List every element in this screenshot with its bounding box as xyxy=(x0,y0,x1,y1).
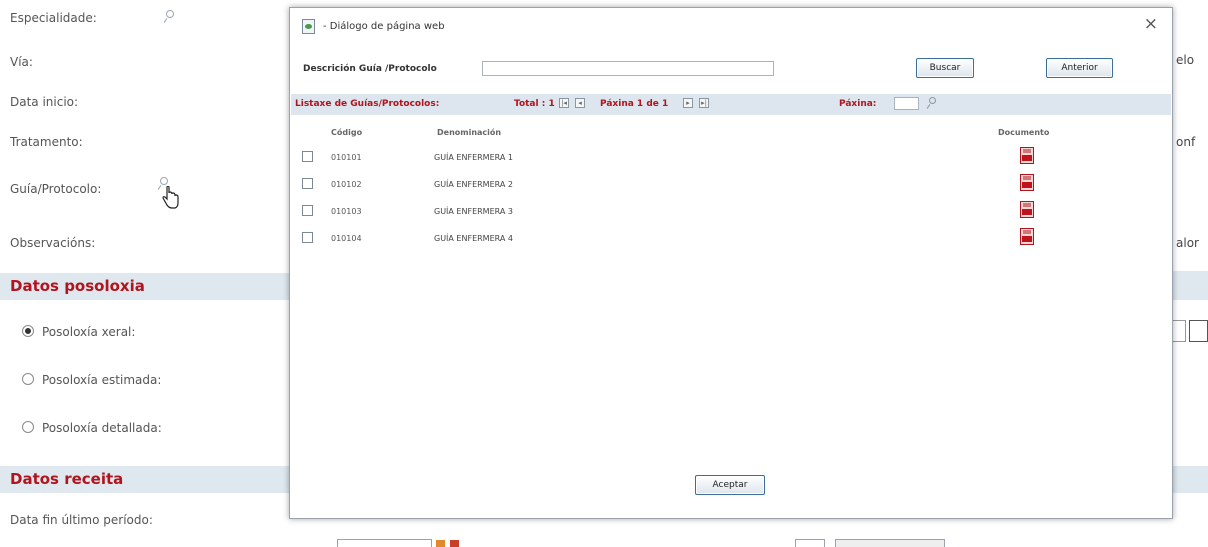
row-name: GUÍA ENFERMERA 1 xyxy=(434,153,513,162)
field-fragment[interactable] xyxy=(835,539,945,547)
page-label: Páxina: xyxy=(839,99,877,109)
section-title-receita: Datos receita xyxy=(10,470,124,488)
last-page-icon[interactable]: ▸| xyxy=(699,98,709,108)
buscar-button[interactable]: Buscar xyxy=(916,58,974,78)
radio-label: Posoloxía estimada: xyxy=(42,373,162,387)
prev-page-icon[interactable]: ◂ xyxy=(575,98,585,108)
search-label: Descrición Guía /Protocolo xyxy=(303,64,437,74)
aceptar-button[interactable]: Aceptar xyxy=(695,475,765,495)
label-via: Vía: xyxy=(10,55,33,69)
search-icon[interactable] xyxy=(927,97,937,110)
clear-icon[interactable] xyxy=(450,540,459,547)
column-header-codigo: Código xyxy=(331,128,363,137)
next-page-icon[interactable]: ▸ xyxy=(683,98,693,108)
label-guia-protocolo: Guía/Protocolo: xyxy=(10,182,102,196)
radio-label: Posoloxía xeral: xyxy=(42,325,136,339)
row-code: 010102 xyxy=(331,180,362,189)
row-code: 010101 xyxy=(331,153,362,162)
page-info: Páxina 1 de 1 xyxy=(600,99,669,109)
field-fragment[interactable] xyxy=(795,539,825,547)
label-observacions: Observacións: xyxy=(10,236,96,250)
page-number-input[interactable] xyxy=(894,97,919,110)
anterior-button[interactable]: Anterior xyxy=(1046,58,1113,78)
label-tratamento: Tratamento: xyxy=(10,135,83,149)
row-name: GUÍA ENFERMERA 3 xyxy=(434,207,513,216)
radio-label: Posoloxía detallada: xyxy=(42,421,162,435)
fragment-text: alor xyxy=(1176,236,1199,250)
label-data-fin: Data fin último período: xyxy=(10,513,153,527)
total-count: Total : 1 xyxy=(514,99,555,109)
row-checkbox[interactable] xyxy=(302,151,313,162)
table-row[interactable]: 010102 GUÍA ENFERMERA 2 xyxy=(290,172,1170,198)
list-title: Listaxe de Guías/Protocolos: xyxy=(295,99,440,109)
row-checkbox[interactable] xyxy=(302,232,313,243)
page-icon xyxy=(302,19,315,34)
fragment-text: onf xyxy=(1176,135,1196,149)
hand-cursor-icon xyxy=(162,186,179,209)
close-icon[interactable]: × xyxy=(1144,14,1158,34)
label-especialidade: Especialidade: xyxy=(10,11,97,25)
pdf-icon[interactable] xyxy=(1020,147,1034,164)
table-row[interactable]: 010103 GUÍA ENFERMERA 3 xyxy=(290,199,1170,225)
radio-posoloxia-xeral[interactable] xyxy=(22,325,34,337)
row-code: 010103 xyxy=(331,207,362,216)
row-code: 010104 xyxy=(331,234,362,243)
pdf-icon[interactable] xyxy=(1020,228,1034,245)
row-name: GUÍA ENFERMERA 4 xyxy=(434,234,513,243)
search-input[interactable] xyxy=(482,61,774,76)
fragment-text: elo xyxy=(1176,53,1195,67)
pdf-icon[interactable] xyxy=(1020,201,1034,218)
field-fragment[interactable] xyxy=(1189,320,1208,342)
column-header-denominacion: Denominación xyxy=(437,128,502,137)
column-header-documento: Documento xyxy=(998,128,1050,137)
label-data-inicio: Data inicio: xyxy=(10,95,79,109)
pdf-icon[interactable] xyxy=(1020,174,1034,191)
dialog-title: - Diálogo de página web xyxy=(323,21,445,32)
first-page-icon[interactable]: |◂ xyxy=(559,98,569,108)
field-fragment[interactable] xyxy=(1172,320,1186,342)
table-row[interactable]: 010101 GUÍA ENFERMERA 1 xyxy=(290,145,1170,171)
web-page-dialog: - Diálogo de página web × Descrición Guí… xyxy=(289,7,1173,519)
results-toolbar: Listaxe de Guías/Protocolos: Total : 1 |… xyxy=(291,94,1171,115)
row-name: GUÍA ENFERMERA 2 xyxy=(434,180,513,189)
row-checkbox[interactable] xyxy=(302,205,313,216)
section-title-posoloxia: Datos posoloxia xyxy=(10,277,145,295)
search-icon[interactable] xyxy=(163,10,175,22)
calendar-icon[interactable] xyxy=(436,540,445,547)
table-row[interactable]: 010104 GUÍA ENFERMERA 4 xyxy=(290,226,1170,252)
radio-posoloxia-estimada[interactable] xyxy=(22,373,34,385)
radio-posoloxia-detallada[interactable] xyxy=(22,421,34,433)
field-fragment[interactable] xyxy=(337,539,432,547)
row-checkbox[interactable] xyxy=(302,178,313,189)
